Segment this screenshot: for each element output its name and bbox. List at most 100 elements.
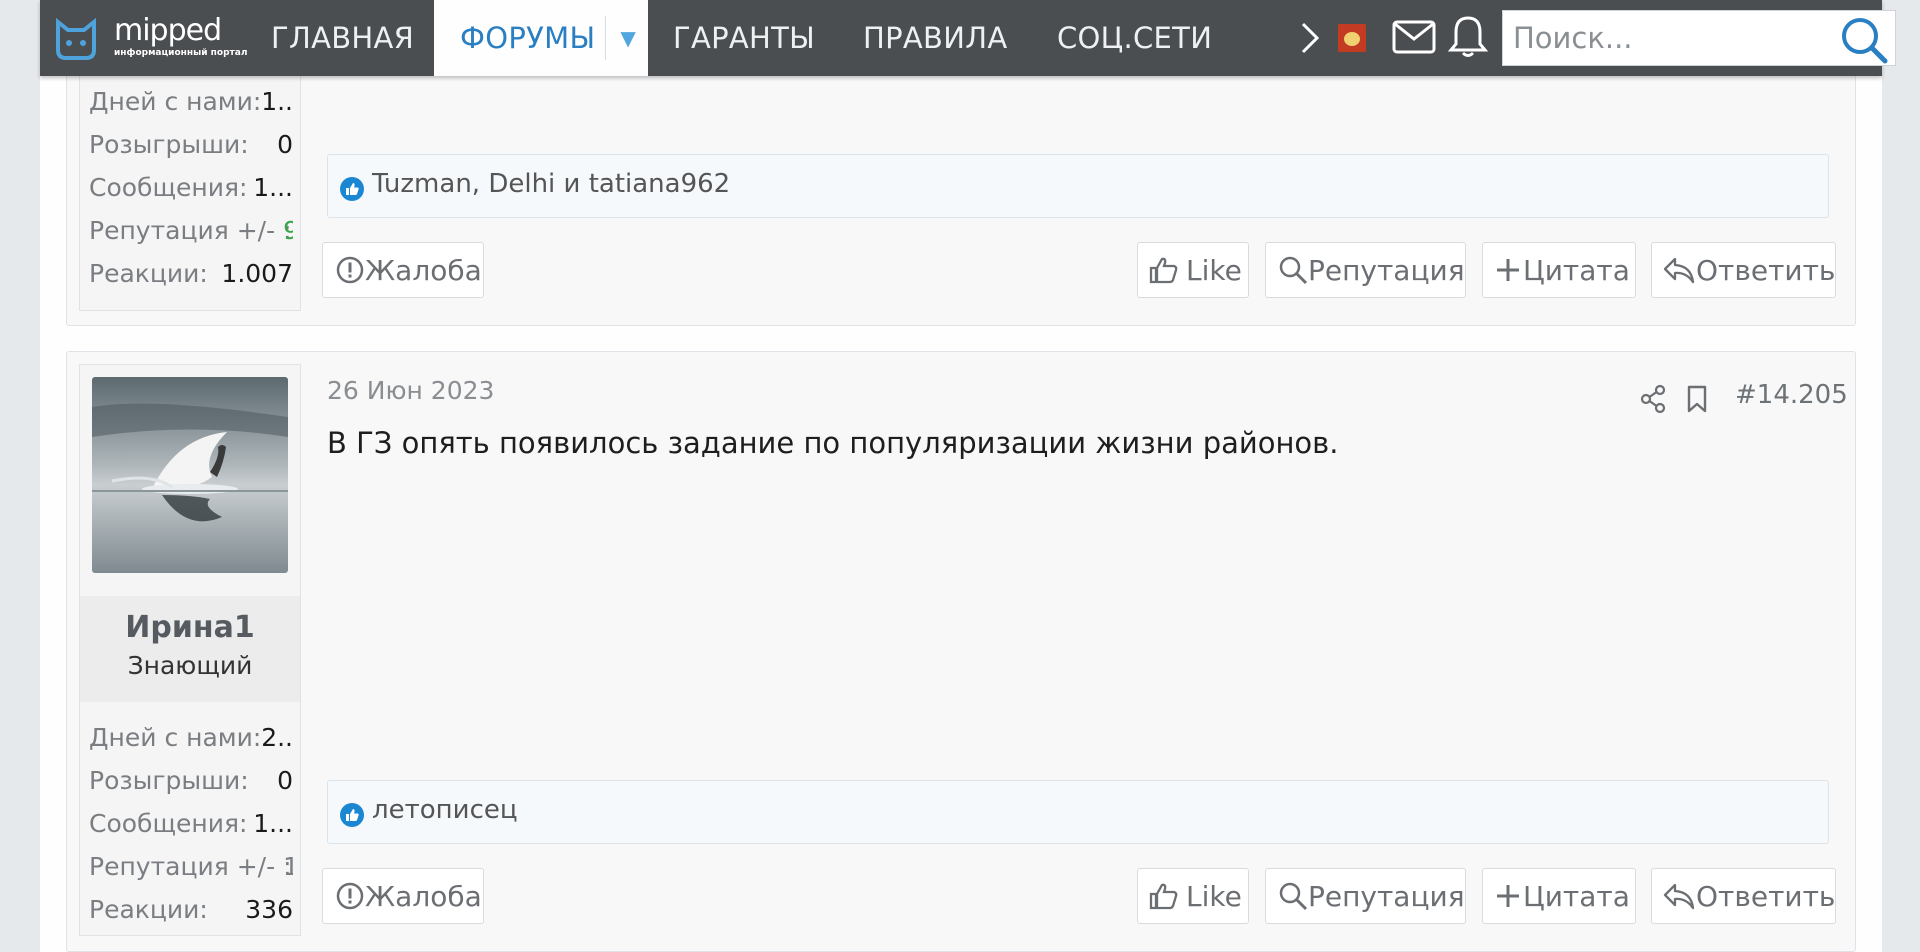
- post-body: В ГЗ опять появилось задание по популяри…: [327, 426, 1339, 460]
- stat-days-value: 2..: [261, 723, 293, 752]
- post-number[interactable]: #14.205: [1735, 380, 1848, 410]
- logo-text: mipped: [114, 13, 222, 48]
- magnifier-icon: [1279, 256, 1308, 285]
- share-icon[interactable]: [1639, 384, 1667, 414]
- stat-reputation: Репутация +/- : 9: [89, 216, 293, 256]
- plus-icon: [1497, 259, 1519, 281]
- stat-giveaways-label: Розыгрыши:: [89, 130, 249, 159]
- search-input[interactable]: [1503, 11, 1833, 65]
- thumbs-up-icon: [1149, 257, 1178, 284]
- nav-tab-home[interactable]: ГЛАВНАЯ: [271, 0, 414, 76]
- avatar[interactable]: [92, 377, 288, 573]
- stat-giveaways-value: 0: [277, 766, 293, 795]
- reply-icon: [1663, 257, 1695, 284]
- reputation-button[interactable]: Репутация: [1265, 242, 1466, 298]
- stat-reputation-label: Репутация +/- :: [89, 216, 292, 245]
- search-icon[interactable]: [1839, 15, 1889, 65]
- nav-tab-forums[interactable]: ФОРУМЫ ▼: [434, 0, 648, 76]
- user-stats-panel: Дней с нами: 1.. Розыгрыши: 0 Сообщения:…: [79, 39, 301, 311]
- stat-messages-label: Сообщения:: [89, 809, 248, 838]
- stat-giveaways: Розыгрыши: 0: [89, 130, 293, 170]
- stat-days-value: 1..: [261, 87, 293, 116]
- reply-icon: [1663, 883, 1695, 910]
- reply-label: Ответить: [1696, 879, 1836, 913]
- reactions-bar[interactable]: летописец: [327, 780, 1829, 844]
- stat-messages-value: 1...: [253, 173, 293, 202]
- quote-button[interactable]: Цитата: [1482, 242, 1636, 298]
- like-label: Like: [1186, 253, 1242, 287]
- stat-giveaways-label: Розыгрыши:: [89, 766, 249, 795]
- chevron-right-icon[interactable]: [1295, 18, 1325, 58]
- swan-avatar-image: [92, 377, 288, 573]
- thumbs-up-icon: [1149, 883, 1178, 910]
- envelope-icon[interactable]: [1392, 20, 1436, 54]
- stat-days: Дней с нами: 1..: [89, 87, 293, 127]
- stat-days-label: Дней с нами:: [89, 87, 262, 116]
- report-label: Жалоба: [365, 253, 482, 287]
- like-label: Like: [1186, 879, 1242, 913]
- stat-reactions-label: Реакции:: [89, 259, 208, 288]
- magnifier-icon: [1279, 882, 1308, 911]
- stat-messages-value: 1...: [253, 809, 293, 838]
- user-avatar-icon[interactable]: [1338, 24, 1366, 52]
- stat-reactions-value: 336: [245, 895, 293, 924]
- reply-button[interactable]: Ответить: [1651, 242, 1836, 298]
- stat-reactions: Реакции: 1.007: [89, 259, 293, 299]
- nav-tab-social[interactable]: СОЦ.СЕТИ: [1057, 0, 1212, 76]
- username[interactable]: Ирина1: [80, 610, 300, 645]
- dropdown-separator: [605, 16, 606, 60]
- bell-icon[interactable]: [1448, 14, 1488, 58]
- report-icon: [336, 882, 364, 910]
- user-title: Знающий: [127, 651, 253, 680]
- stat-days-label: Дней с нами:: [89, 723, 262, 752]
- post: Ирина1 Знающий Дней с нами: 2.. Розыгрыш…: [66, 351, 1856, 952]
- nav-tab-rules[interactable]: ПРАВИЛА: [863, 0, 1007, 76]
- reputation-button[interactable]: Репутация: [1265, 868, 1466, 924]
- reactions-bar[interactable]: Tuzman, Delhi и tatiana962: [327, 154, 1829, 218]
- stat-reactions-value: 1.007: [221, 259, 293, 288]
- post-date[interactable]: 26 Июн 2023: [327, 376, 494, 405]
- bookmark-icon[interactable]: [1685, 384, 1709, 414]
- search-box: [1502, 10, 1896, 66]
- user-name-block: Ирина1 Знающий: [80, 596, 300, 702]
- like-reaction-icon: [340, 177, 364, 201]
- post: Дней с нами: 1.. Розыгрыши: 0 Сообщения:…: [66, 39, 1856, 326]
- stat-days: Дней с нами: 2..: [89, 723, 293, 763]
- stat-giveaways: Розыгрыши: 0: [89, 766, 293, 806]
- cat-logo-icon: [56, 17, 96, 60]
- stat-reputation: Репутация +/- : 1: [89, 852, 293, 892]
- stat-messages: Сообщения: 1...: [89, 173, 293, 213]
- nav-tab-guarantors[interactable]: ГАРАНТЫ: [673, 0, 815, 76]
- like-button[interactable]: Like: [1137, 242, 1249, 298]
- like-button[interactable]: Like: [1137, 868, 1249, 924]
- quote-label: Цитата: [1523, 253, 1630, 287]
- stat-reputation-value: 9: [283, 216, 293, 245]
- stat-reactions: Реакции: 336: [89, 895, 293, 935]
- site-logo[interactable]: mipped информационный портал: [54, 13, 248, 62]
- top-navbar: mipped информационный портал ГЛАВНАЯ ФОР…: [40, 0, 1896, 76]
- logo-subtitle: информационный портал: [114, 48, 248, 58]
- dropdown-arrow-icon[interactable]: ▼: [620, 0, 636, 76]
- stat-reputation-value: 1: [283, 852, 293, 881]
- nav-tab-forums-label: ФОРУМЫ: [460, 21, 596, 55]
- reputation-label: Репутация: [1308, 879, 1465, 913]
- report-button[interactable]: Жалоба: [322, 868, 484, 924]
- report-button[interactable]: Жалоба: [322, 242, 484, 298]
- stat-giveaways-value: 0: [277, 130, 293, 159]
- quote-button[interactable]: Цитата: [1482, 868, 1636, 924]
- stat-messages: Сообщения: 1...: [89, 809, 293, 849]
- like-reaction-icon: [340, 803, 364, 827]
- report-icon: [336, 256, 364, 284]
- reply-button[interactable]: Ответить: [1651, 868, 1836, 924]
- reputation-label: Репутация: [1308, 253, 1465, 287]
- stat-reactions-label: Реакции:: [89, 895, 208, 924]
- reply-label: Ответить: [1696, 253, 1836, 287]
- nav-fade: [1225, 10, 1295, 66]
- user-info-panel: Ирина1 Знающий Дней с нами: 2.. Розыгрыш…: [79, 364, 301, 936]
- plus-icon: [1497, 885, 1519, 907]
- reactions-users[interactable]: летописец: [372, 795, 518, 825]
- reactions-users[interactable]: Tuzman, Delhi и tatiana962: [372, 169, 730, 199]
- report-label: Жалоба: [365, 879, 482, 913]
- stat-reputation-label: Репутация +/- :: [89, 852, 292, 881]
- quote-label: Цитата: [1523, 879, 1630, 913]
